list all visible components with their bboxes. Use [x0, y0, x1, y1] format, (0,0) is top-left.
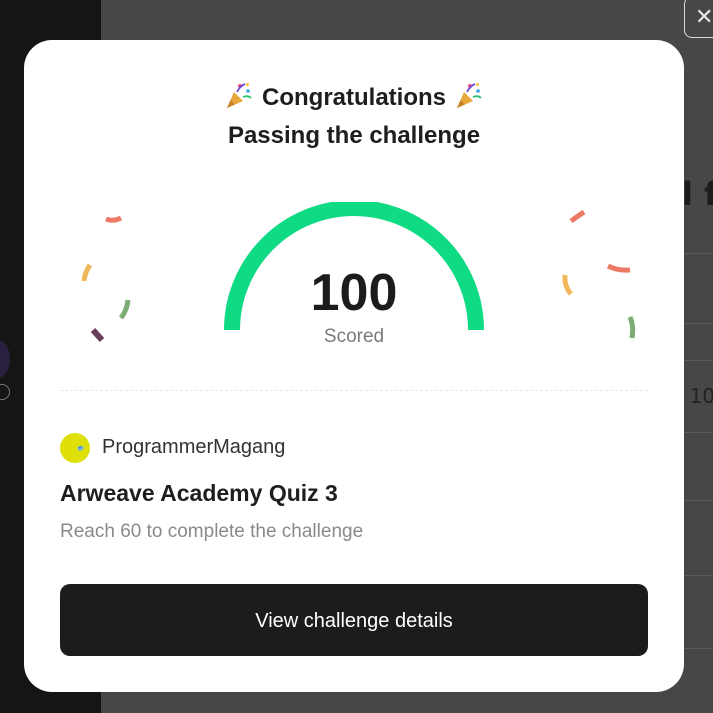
background-row-divider: [680, 575, 713, 576]
close-button[interactable]: ✕: [684, 0, 713, 38]
background-row-divider: [680, 500, 713, 501]
score-label: Scored: [323, 326, 385, 347]
congratulations-heading: Congratulations: [24, 80, 684, 112]
section-divider: [60, 390, 648, 391]
challenge-requirement: Reach 60 to complete the challenge: [60, 521, 364, 542]
challenge-owner-name: ProgrammerMagang: [102, 436, 286, 458]
headline-text: Congratulations: [262, 84, 446, 111]
background-heading-fragment: l f: [682, 175, 713, 213]
avatar-icon: [60, 433, 90, 463]
background-row-divider: [680, 432, 713, 433]
background-row-divider: [680, 323, 713, 324]
view-challenge-details-button[interactable]: View challenge details: [60, 584, 648, 656]
challenge-result-modal: Congratulations Passing the challenge 10…: [24, 40, 684, 692]
party-popper-icon: [457, 82, 482, 108]
party-popper-icon: [227, 82, 252, 108]
result-subtitle: Passing the challenge: [227, 122, 481, 149]
background-row-divider: [680, 253, 713, 254]
background-row-divider: [680, 360, 713, 361]
score-value: 100: [310, 264, 398, 322]
challenge-title: Arweave Academy Quiz 3: [60, 480, 338, 506]
confetti-piece: [105, 215, 123, 223]
background-row-divider: [680, 648, 713, 649]
close-icon: ✕: [695, 5, 713, 30]
confetti-piece: [569, 209, 586, 224]
